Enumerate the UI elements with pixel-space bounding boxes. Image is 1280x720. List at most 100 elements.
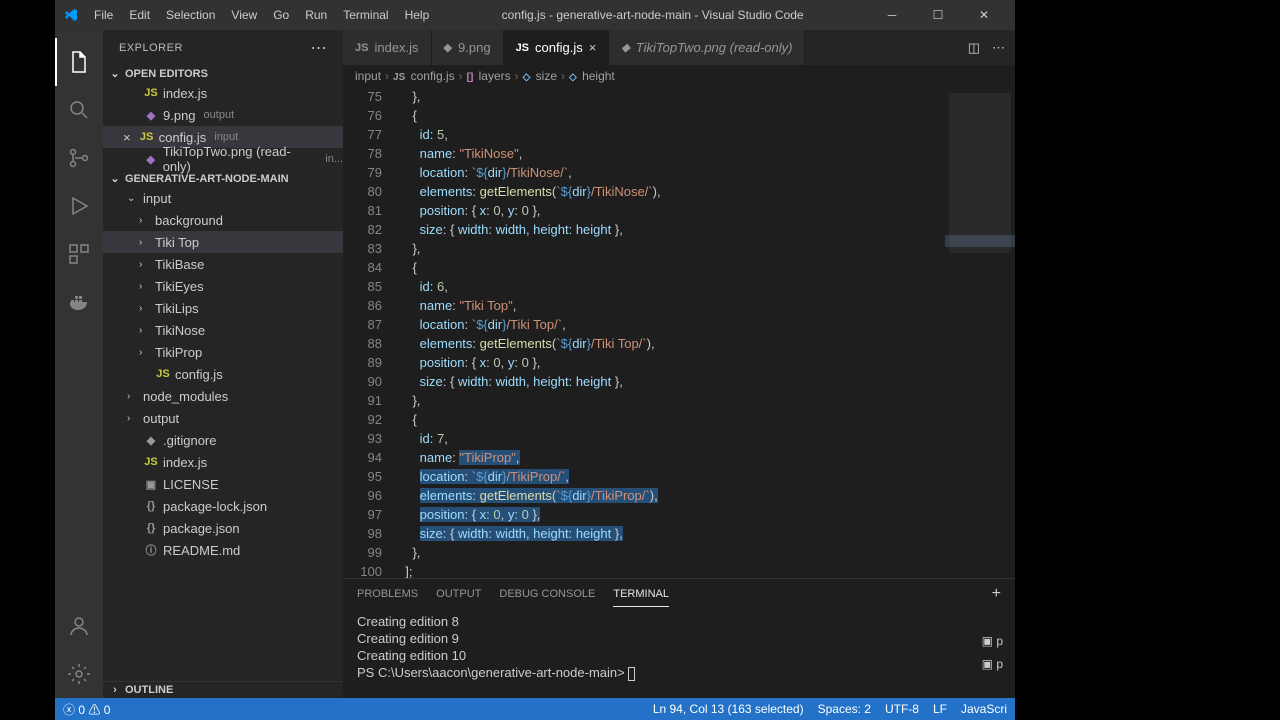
chevron-icon: › (139, 347, 151, 358)
minimize-button[interactable]: ─ (869, 0, 915, 30)
file-icon: ◆ (143, 434, 159, 447)
file-icon: ⓘ (143, 542, 159, 558)
tree-item[interactable]: ›node_modules (103, 385, 343, 407)
menu-run[interactable]: Run (298, 4, 334, 26)
status-selection[interactable]: Ln 94, Col 13 (163 selected) (653, 702, 804, 716)
breadcrumb-item[interactable]: JS config.js (393, 69, 455, 83)
tree-item[interactable]: ›background (103, 209, 343, 231)
editor-tab[interactable]: JSconfig.js× (504, 30, 610, 65)
status-spaces[interactable]: Spaces: 2 (818, 702, 871, 716)
window-title: config.js - generative-art-node-main - V… (436, 8, 869, 22)
vscode-logo-icon (63, 7, 79, 23)
panel-tab-output[interactable]: OUTPUT (436, 582, 481, 606)
open-editor-item[interactable]: JSindex.js (103, 82, 343, 104)
menu-terminal[interactable]: Terminal (336, 4, 395, 26)
chevron-down-icon: ⌄ (107, 67, 123, 80)
settings-gear-icon[interactable] (55, 650, 103, 698)
outline-header[interactable]: › OUTLINE (103, 681, 343, 698)
accounts-icon[interactable] (55, 602, 103, 650)
menu-file[interactable]: File (87, 4, 120, 26)
menu-go[interactable]: Go (266, 4, 296, 26)
search-icon[interactable] (55, 86, 103, 134)
menu-selection[interactable]: Selection (159, 4, 222, 26)
split-editor-icon[interactable]: ◫ (968, 40, 980, 56)
tree-item[interactable]: ›TikiProp (103, 341, 343, 363)
menubar: FileEditSelectionViewGoRunTerminalHelp (87, 4, 436, 26)
menu-view[interactable]: View (224, 4, 264, 26)
breadcrumbs[interactable]: input›JS config.js›[] layers›◇ size›◇ he… (343, 65, 1015, 87)
panel-tab-terminal[interactable]: TERMINAL (613, 582, 669, 607)
editor-tab[interactable]: ◆TikiTopTwo.png (read-only) (609, 30, 805, 65)
tree-item[interactable]: ›output (103, 407, 343, 429)
tree-item[interactable]: ›Tiki Top (103, 231, 343, 253)
chevron-icon: › (139, 237, 151, 248)
breadcrumb-item[interactable]: [] layers (467, 69, 511, 83)
extensions-icon[interactable] (55, 230, 103, 278)
chevron-icon: › (127, 391, 139, 402)
terminal-output[interactable]: ▣ p ▣ p Creating edition 8Creating editi… (343, 609, 1015, 698)
menu-help[interactable]: Help (398, 4, 437, 26)
editor-tabs: JSindex.js◆9.pngJSconfig.js×◆TikiTopTwo.… (343, 30, 1015, 65)
new-terminal-icon[interactable]: + (992, 585, 1001, 603)
file-icon: {} (143, 522, 159, 534)
panel-tab-debug-console[interactable]: DEBUG CONSOLE (499, 582, 595, 606)
status-language[interactable]: JavaScri (961, 702, 1007, 716)
line-gutter: 7576777879808182838485868788899091929394… (343, 87, 398, 578)
editor-tab[interactable]: ◆9.png (432, 30, 504, 65)
code-editor[interactable]: }, { id: 5, name: "TikiNose", location: … (398, 87, 945, 578)
tree-item[interactable]: JSconfig.js (103, 363, 343, 385)
menu-edit[interactable]: Edit (122, 4, 157, 26)
file-icon: JS (355, 42, 368, 54)
status-eol[interactable]: LF (933, 702, 947, 716)
terminal-powershell-icon[interactable]: ▣ p (982, 656, 1003, 673)
tree-item[interactable]: JSindex.js (103, 451, 343, 473)
tree-item[interactable]: ▣LICENSE (103, 473, 343, 495)
explorer-icon[interactable] (55, 38, 103, 86)
chevron-icon: › (139, 303, 151, 314)
run-debug-icon[interactable] (55, 182, 103, 230)
open-editors-header[interactable]: ⌄ OPEN EDITORS (103, 65, 343, 82)
chevron-icon: › (139, 325, 151, 336)
chevron-icon: › (127, 413, 139, 424)
tree-item[interactable]: {}package.json (103, 517, 343, 539)
close-button[interactable]: ✕ (961, 0, 1007, 30)
maximize-button[interactable]: ☐ (915, 0, 961, 30)
breadcrumb-item[interactable]: ◇ height (569, 69, 615, 83)
tree-item[interactable]: {}package-lock.json (103, 495, 343, 517)
panel-tab-problems[interactable]: PROBLEMS (357, 582, 418, 606)
open-editor-item[interactable]: ◆TikiTopTwo.png (read-only)in... (103, 148, 343, 170)
file-icon: ◆ (143, 109, 159, 122)
chevron-icon: › (139, 281, 151, 292)
tree-item[interactable]: ⌄input (103, 187, 343, 209)
file-icon: ◆ (621, 41, 629, 54)
file-icon: ▣ (143, 478, 159, 491)
breadcrumb-item[interactable]: ◇ size (523, 69, 557, 83)
open-editor-item[interactable]: ◆9.pngoutput (103, 104, 343, 126)
activity-bar (55, 30, 103, 698)
status-errors[interactable]: ⓧ 0 ⚠ 0 (63, 701, 110, 718)
chevron-down-icon: ⌄ (107, 172, 123, 185)
docker-icon[interactable] (55, 278, 103, 326)
more-icon[interactable]: ⋯ (992, 40, 1005, 56)
close-icon[interactable]: × (123, 130, 131, 145)
tree-item[interactable]: ⓘREADME.md (103, 539, 343, 561)
file-icon: ◆ (143, 153, 159, 166)
tree-item[interactable]: ›TikiNose (103, 319, 343, 341)
chevron-icon: › (139, 259, 151, 270)
statusbar: ⓧ 0 ⚠ 0 Ln 94, Col 13 (163 selected) Spa… (55, 698, 1015, 720)
editor-tab[interactable]: JSindex.js (343, 30, 432, 65)
source-control-icon[interactable] (55, 134, 103, 182)
tree-item[interactable]: ◆.gitignore (103, 429, 343, 451)
file-icon: JS (516, 42, 529, 54)
explorer-more-icon[interactable]: ⋯ (311, 38, 328, 58)
sidebar: EXPLORER ⋯ ⌄ OPEN EDITORS JSindex.js◆9.p… (103, 30, 343, 698)
breadcrumb-item[interactable]: input (355, 69, 381, 83)
minimap[interactable] (945, 87, 1015, 578)
tree-item[interactable]: ›TikiEyes (103, 275, 343, 297)
status-encoding[interactable]: UTF-8 (885, 702, 919, 716)
close-icon[interactable]: × (589, 40, 597, 55)
tree-item[interactable]: ›TikiLips (103, 297, 343, 319)
terminal-powershell-icon[interactable]: ▣ p (982, 633, 1003, 650)
tree-item[interactable]: ›TikiBase (103, 253, 343, 275)
project-header[interactable]: ⌄ GENERATIVE-ART-NODE-MAIN (103, 170, 343, 187)
